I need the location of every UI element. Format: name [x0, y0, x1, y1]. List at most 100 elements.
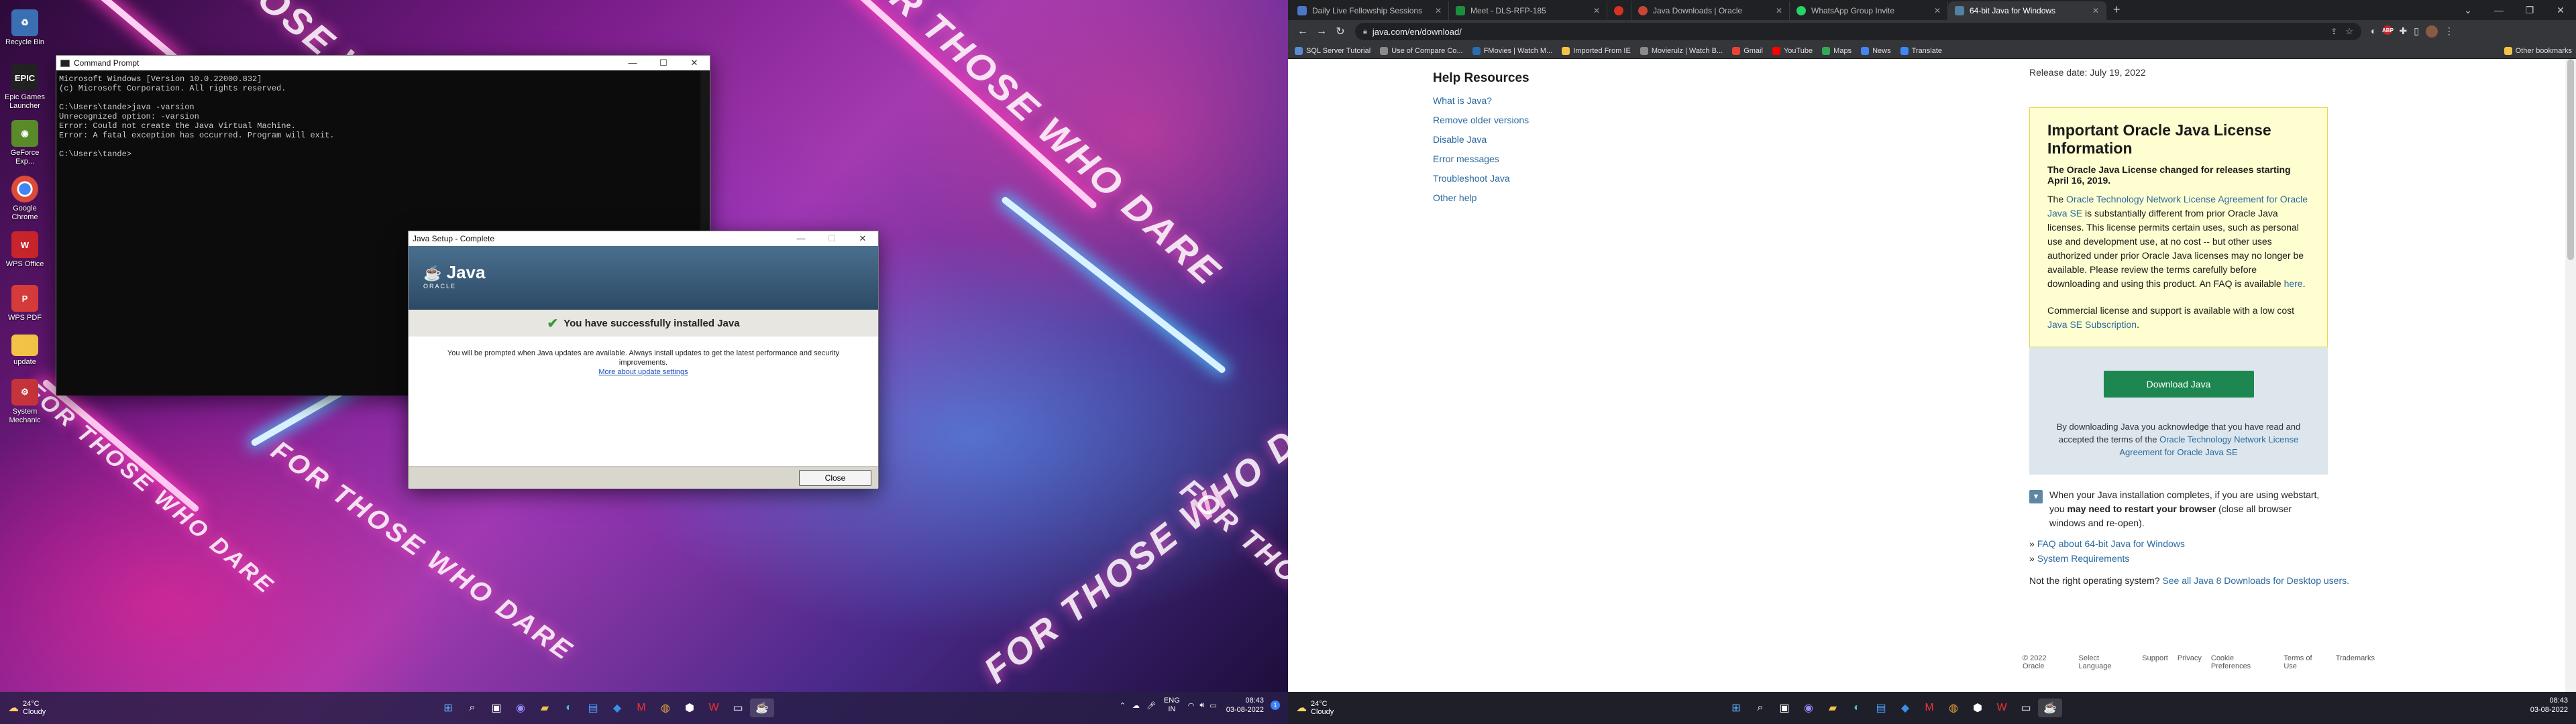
minimize-button[interactable]: —	[786, 233, 816, 244]
chat-icon[interactable]: ◉	[1796, 699, 1821, 717]
terminal-icon[interactable]: ▭	[2014, 699, 2038, 717]
footer-link[interactable]: Support	[2142, 654, 2168, 670]
back-icon[interactable]: ←	[1293, 25, 1312, 38]
edge-icon[interactable]: ◐	[557, 699, 581, 717]
help-link[interactable]: Disable Java	[1433, 134, 1529, 145]
bookmark-item[interactable]: Use of Compare Co...	[1380, 46, 1463, 55]
taskbar-clock[interactable]: 08:43 03-08-2022	[2530, 696, 2568, 715]
side-panel-icon[interactable]: ▯	[2414, 25, 2419, 38]
forward-icon[interactable]: →	[1312, 25, 1331, 38]
start-icon[interactable]: ⊞	[436, 699, 460, 717]
wifi-icon[interactable]: ◠	[1188, 701, 1195, 710]
notification-icon[interactable]: 1	[1271, 701, 1280, 710]
help-link[interactable]: Troubleshoot Java	[1433, 173, 1529, 184]
other-bookmarks[interactable]: Other bookmarks	[2504, 46, 2572, 55]
search-icon[interactable]: ⌕	[1748, 699, 1772, 717]
tab-close-icon[interactable]: ✕	[2088, 6, 2099, 15]
language-indicator[interactable]: ENG IN	[1164, 697, 1180, 714]
browser-tab[interactable]: Meet - DLS-RFP-185 ✕	[1449, 1, 1607, 20]
download-java-button[interactable]: Download Java	[2103, 371, 2254, 398]
close-button[interactable]: ✕	[679, 58, 710, 68]
battery-icon[interactable]: ▭	[1210, 701, 1216, 710]
task-view-icon[interactable]: ▣	[1772, 699, 1796, 717]
bookmark-item[interactable]: Movierulz | Watch B...	[1640, 46, 1723, 55]
tab-close-icon[interactable]: ✕	[1772, 6, 1782, 15]
mcafee-icon[interactable]: M	[1917, 699, 1941, 717]
help-link[interactable]: What is Java?	[1433, 95, 1529, 106]
github-icon[interactable]: ⬢	[1966, 699, 1990, 717]
search-icon[interactable]: ⌕	[460, 699, 484, 717]
vscode-icon[interactable]: ◆	[605, 699, 629, 717]
bookmark-item[interactable]: News	[1861, 46, 1891, 55]
scrollbar-thumb[interactable]	[2567, 59, 2574, 260]
close-button[interactable]: ✕	[847, 233, 878, 244]
bookmark-item[interactable]: Gmail	[1732, 46, 1763, 55]
footer-link[interactable]: Select Language	[2079, 654, 2133, 670]
lock-icon[interactable]: 🔒︎	[1363, 27, 1367, 36]
chat-icon[interactable]: ◉	[508, 699, 533, 717]
bookmark-folder[interactable]: Imported From IE	[1562, 46, 1631, 55]
bookmark-item[interactable]: YouTube	[1772, 46, 1813, 55]
wps-taskbar-icon[interactable]: W	[702, 699, 726, 717]
java-se-subscription-link[interactable]: Java SE Subscription	[2047, 319, 2137, 330]
java-close-button[interactable]: Close	[799, 469, 871, 486]
close-button[interactable]: ✕	[2545, 5, 2576, 16]
tab-search-icon[interactable]: ⌄	[2453, 5, 2483, 16]
tab-close-icon[interactable]: ✕	[1930, 6, 1941, 15]
footer-link[interactable]: Terms of Use	[2284, 654, 2326, 670]
cmd-titlebar[interactable]: Command Prompt — ☐ ✕	[56, 56, 710, 70]
page-scrollbar[interactable]	[2565, 59, 2576, 692]
tab-close-icon[interactable]: ✕	[1431, 6, 1442, 15]
browser-tab-active[interactable]: 64-bit Java for Windows ✕	[1948, 1, 2106, 20]
footer-link[interactable]: Privacy	[2178, 654, 2202, 670]
new-tab-button[interactable]: +	[2106, 3, 2127, 20]
help-link[interactable]: Remove older versions	[1433, 115, 1529, 125]
reload-icon[interactable]: ↻	[1331, 25, 1350, 38]
chrome-taskbar-icon[interactable]: ◍	[653, 699, 678, 717]
desktop-icon-geforce[interactable]: ◉ GeForce Exp...	[4, 120, 46, 166]
store-icon[interactable]: ▤	[581, 699, 605, 717]
java-setup-titlebar[interactable]: Java Setup - Complete — ☐ ✕	[409, 231, 878, 246]
desktop-icon-wps-pdf[interactable]: P WPS PDF	[4, 285, 46, 322]
file-explorer-icon[interactable]: ▰	[533, 699, 557, 717]
desktop-icon-wps-office[interactable]: W WPS Office	[4, 231, 46, 269]
browser-tab[interactable]: Daily Live Fellowship Sessions ✕	[1291, 1, 1449, 20]
mcafee-icon[interactable]: M	[629, 699, 653, 717]
faq-here-link[interactable]: here	[2284, 278, 2303, 289]
profile-avatar-icon[interactable]	[2425, 25, 2438, 38]
java-taskbar-icon[interactable]: ☕	[2038, 699, 2062, 717]
menu-kebab-icon[interactable]: ⋮	[2445, 25, 2454, 38]
bookmark-item[interactable]: SQL Server Tutorial	[1295, 46, 1371, 55]
address-bar[interactable]: 🔒︎ java.com/en/download/ ⇪ ☆	[1355, 23, 2361, 40]
start-icon[interactable]: ⊞	[1724, 699, 1748, 717]
file-explorer-icon[interactable]: ▰	[1821, 699, 1845, 717]
puzzle-icon[interactable]: ✚	[2399, 25, 2407, 38]
browser-tab-pinned[interactable]	[1607, 1, 1631, 20]
minimize-button[interactable]: —	[2483, 5, 2514, 15]
desktop-icon-recycle-bin[interactable]: ♻ Recycle Bin	[4, 9, 46, 47]
maximize-button[interactable]: ❐	[2514, 5, 2545, 16]
taskbar-clock[interactable]: 08:43 03-08-2022	[1226, 696, 1264, 715]
vscode-icon[interactable]: ◆	[1893, 699, 1917, 717]
task-view-icon[interactable]: ▣	[484, 699, 508, 717]
tab-close-icon[interactable]: ✕	[1589, 6, 1600, 15]
edge-icon[interactable]: ◐	[1845, 699, 1869, 717]
footer-link[interactable]: Cookie Preferences	[2211, 654, 2274, 670]
wps-taskbar-icon[interactable]: W	[1990, 699, 2014, 717]
java-taskbar-icon[interactable]: ☕	[750, 699, 774, 717]
desktop-icon-epic-games[interactable]: EPIC Epic Games Launcher	[4, 64, 46, 111]
volume-icon[interactable]: 🔊︎	[1199, 701, 1204, 710]
footer-link[interactable]: Trademarks	[2336, 654, 2375, 670]
github-icon[interactable]: ⬢	[678, 699, 702, 717]
chrome-taskbar-icon[interactable]: ◍	[1941, 699, 1966, 717]
extension-icon[interactable]: ◐	[2371, 25, 2376, 38]
help-link[interactable]: Other help	[1433, 192, 1529, 203]
weather-widget[interactable]: ☁ 24°C Cloudy	[8, 700, 46, 716]
share-icon[interactable]: ⇪	[2330, 27, 2337, 36]
minimize-button[interactable]: —	[617, 58, 648, 68]
weather-widget[interactable]: ☁ 24°C Cloudy	[1296, 700, 1334, 716]
system-requirements-link[interactable]: System Requirements	[2037, 553, 2130, 564]
chevron-up-icon[interactable]: ⌃	[1120, 701, 1126, 710]
java-setup-window[interactable]: Java Setup - Complete — ☐ ✕ ☕ Java ORACL…	[408, 231, 879, 489]
bookmark-star-icon[interactable]: ☆	[2345, 26, 2353, 37]
